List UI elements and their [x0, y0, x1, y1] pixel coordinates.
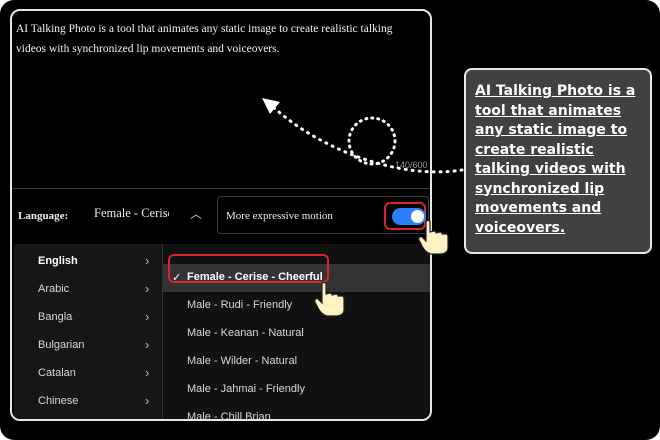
chevron-right-icon: ›: [145, 309, 150, 324]
expressive-motion-toggle[interactable]: [392, 208, 426, 225]
language-item-label: English: [38, 255, 78, 267]
screenshot-frame: AI Talking Photo is a tool that animates…: [0, 0, 660, 440]
chevron-right-icon: ›: [145, 393, 150, 408]
motion-label: More expressive motion: [226, 210, 333, 222]
chevron-right-icon: ›: [145, 337, 150, 352]
toggle-knob: [411, 210, 424, 223]
language-list: English › Arabic › Bangla › Bulgarian › …: [14, 244, 163, 419]
voice-item-rudi[interactable]: Male - Rudi - Friendly: [163, 292, 430, 320]
language-item-label: Bulgarian: [38, 339, 85, 351]
talking-photo-panel: AI Talking Photo is a tool that animates…: [10, 9, 432, 421]
character-counter: 140/600: [395, 160, 428, 170]
language-item-catalan[interactable]: Catalan ›: [14, 360, 162, 388]
callout-box: AI Talking Photo is a tool that animates…: [464, 68, 652, 254]
callout-text: AI Talking Photo is a tool that animates…: [475, 83, 636, 236]
voice-highlight: [168, 254, 329, 283]
chevron-right-icon: ›: [145, 365, 150, 380]
language-item-chinese[interactable]: Chinese ›: [14, 388, 162, 416]
voice-item-wilder[interactable]: Male - Wilder - Natural: [163, 348, 430, 376]
voice-item-label: Male - Chill Brian: [187, 411, 271, 421]
voice-item-label: Male - Jahmai - Friendly: [187, 383, 305, 395]
voice-item-jahmai[interactable]: Male - Jahmai - Friendly: [163, 376, 430, 404]
voice-item-keanan[interactable]: Male - Keanan - Natural: [163, 320, 430, 348]
chevron-up-icon[interactable]: ︿: [190, 205, 202, 222]
language-item-arabic[interactable]: Arabic ›: [14, 276, 162, 304]
language-item-english[interactable]: English ›: [14, 248, 162, 276]
language-item-label: Bangla: [38, 311, 73, 323]
voice-item-brian[interactable]: Male - Chill Brian: [163, 404, 430, 421]
chevron-right-icon: ›: [145, 253, 150, 268]
language-item-label: Chinese: [38, 395, 79, 407]
voice-item-label: Male - Wilder - Natural: [187, 355, 298, 367]
language-item-label: Arabic: [38, 283, 70, 295]
divider: [12, 188, 430, 189]
chevron-right-icon: ›: [145, 281, 150, 296]
language-label: Language:: [18, 210, 69, 222]
voice-item-label: Male - Keanan - Natural: [187, 327, 304, 339]
script-textarea[interactable]: AI Talking Photo is a tool that animates…: [16, 19, 416, 59]
language-item-bangla[interactable]: Bangla ›: [14, 304, 162, 332]
voice-item-label: Male - Rudi - Friendly: [187, 299, 293, 311]
language-item-label: Catalan: [38, 367, 76, 379]
language-item-bulgarian[interactable]: Bulgarian ›: [14, 332, 162, 360]
voice-select[interactable]: Female - Cerise - Cheerful: [94, 206, 169, 221]
